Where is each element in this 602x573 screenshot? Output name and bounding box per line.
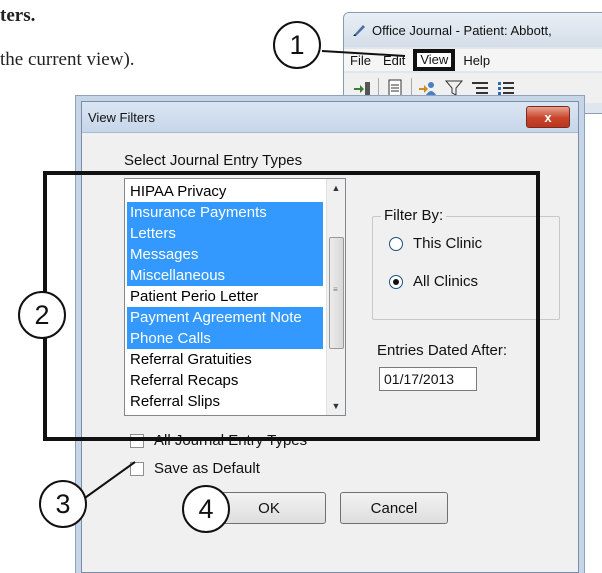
callout-4: 4 (182, 485, 230, 533)
callout-2: 2 (18, 291, 66, 339)
callout-1-leader-line (321, 50, 406, 57)
callout-leader-lines (81, 50, 406, 501)
callout-3: 3 (39, 480, 87, 528)
callout-3-leader-line (81, 461, 136, 501)
callout-1: 1 (273, 21, 321, 69)
